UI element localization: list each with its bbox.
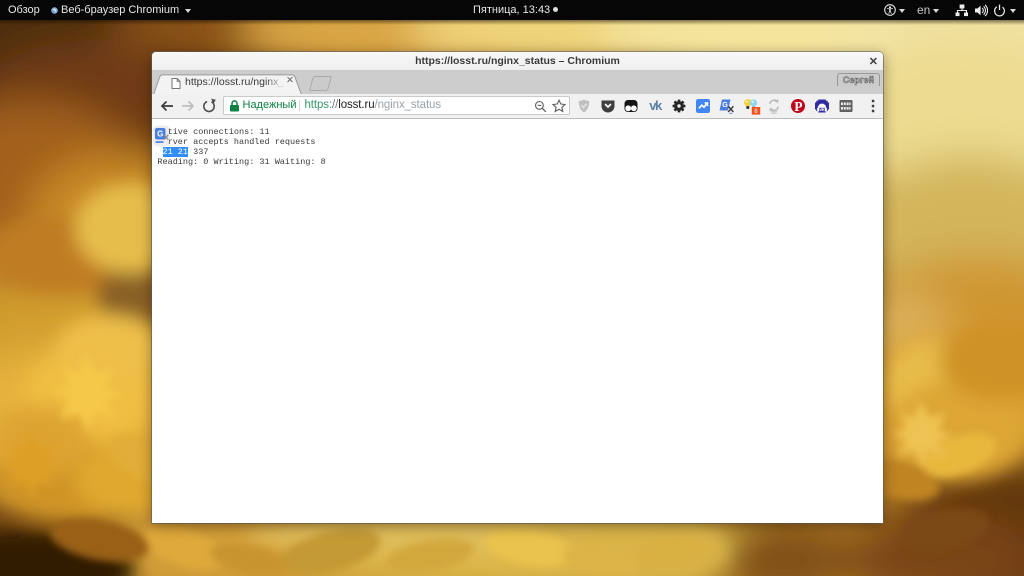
svg-text:vk: vk [819, 107, 825, 112]
svg-text:vk: vk [649, 98, 663, 113]
svg-text:G: G [157, 130, 163, 139]
svg-text:P: P [794, 99, 802, 114]
svg-text:G: G [722, 100, 728, 109]
